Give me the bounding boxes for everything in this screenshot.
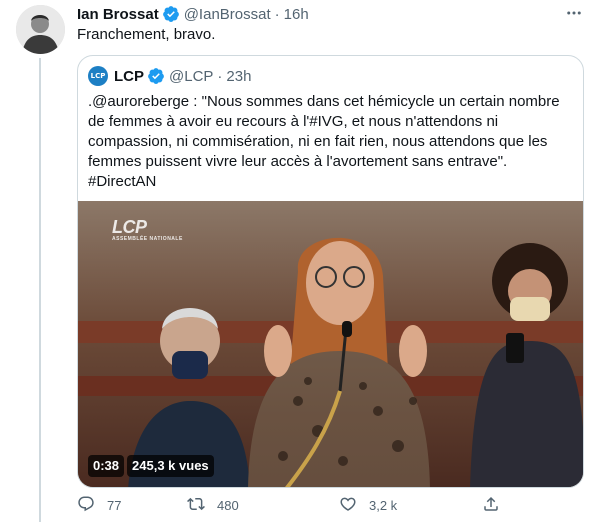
tweet: Ian Brossat @IanBrossat · 16h Franchemen… xyxy=(0,0,599,522)
quoted-tweet-text: .@auroreberge : "Nous sommes dans cet hé… xyxy=(88,93,560,190)
like-button[interactable]: 3,2 k xyxy=(339,494,397,516)
like-count: 3,2 k xyxy=(369,497,398,513)
video-frame xyxy=(78,201,583,487)
video-views: 245,3 k vues xyxy=(127,455,214,477)
verified-badge-icon xyxy=(162,5,180,23)
author-handle[interactable]: @IanBrossat xyxy=(184,6,271,23)
share-button[interactable] xyxy=(482,494,500,516)
quoted-tweet[interactable]: LCP LCP @LCP · 23h .@auroreberge : "Nous… xyxy=(77,55,584,488)
thread-line xyxy=(39,58,41,522)
quoted-author-name: LCP xyxy=(114,67,144,85)
share-icon xyxy=(482,495,500,516)
tweet-timestamp[interactable]: 16h xyxy=(284,6,309,23)
separator-dot: · xyxy=(274,5,280,23)
tweet-header: Ian Brossat @IanBrossat · 16h xyxy=(77,4,309,24)
retweet-button[interactable]: 480 xyxy=(187,494,239,516)
reply-icon xyxy=(77,495,95,516)
author-name[interactable]: Ian Brossat xyxy=(77,6,159,23)
author-avatar[interactable] xyxy=(16,5,65,54)
retweet-icon xyxy=(187,495,205,516)
more-options-icon[interactable] xyxy=(561,2,587,24)
watermark-logo: LCP xyxy=(112,217,147,237)
quoted-avatar-logo: LCP xyxy=(90,72,106,80)
retweet-count: 480 xyxy=(217,497,239,513)
channel-watermark: LCP ASSEMBLÉE NATIONALE xyxy=(112,217,183,242)
quoted-tweet-header: LCP LCP @LCP · 23h xyxy=(88,66,251,86)
reply-count: 77 xyxy=(107,497,122,513)
quoted-timestamp: 23h xyxy=(226,67,252,85)
action-bar: 77 480 3,2 k xyxy=(77,494,507,516)
quoted-author-avatar: LCP xyxy=(88,66,108,86)
video-badges: 0:38 245,3 k vues xyxy=(88,455,214,477)
heart-icon xyxy=(339,495,357,516)
tweet-text: Franchement, bravo. xyxy=(77,26,216,43)
quoted-author-handle: @LCP xyxy=(169,67,214,85)
reply-button[interactable]: 77 xyxy=(77,494,121,516)
quoted-separator-dot: · xyxy=(217,67,223,85)
watermark-subtitle: ASSEMBLÉE NATIONALE xyxy=(112,236,183,242)
quoted-verified-badge-icon xyxy=(147,67,165,85)
video-player[interactable]: LCP ASSEMBLÉE NATIONALE 0:38 245,3 k vue… xyxy=(78,201,583,487)
video-duration: 0:38 xyxy=(88,455,125,477)
